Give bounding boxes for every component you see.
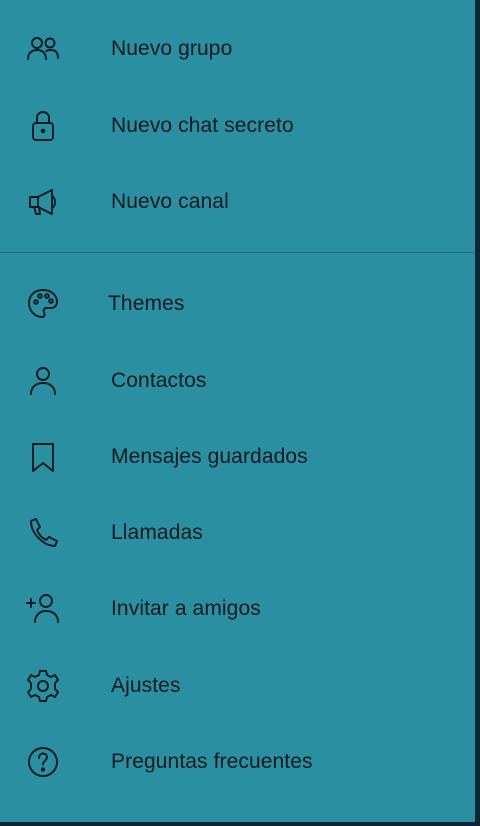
menu-item-contacts[interactable]: Contactos (0, 343, 475, 419)
menu-item-new-secret-chat[interactable]: Nuevo chat secreto (0, 88, 475, 164)
gear-icon (24, 667, 62, 705)
menu-item-label: Invitar a amigos (111, 597, 261, 620)
menu-item-label: Ajustes (111, 674, 181, 697)
menu-item-new-channel[interactable]: Nuevo canal (0, 164, 475, 240)
menu-item-label: Nuevo chat secreto (111, 114, 294, 137)
navigation-drawer: Nuevo grupo Nuevo chat secreto Nuevo can… (0, 0, 475, 822)
person-icon (24, 362, 62, 400)
menu-item-themes[interactable]: Themes (0, 266, 475, 342)
menu-item-new-group[interactable]: Nuevo grupo (0, 11, 475, 87)
menu-item-settings[interactable]: Ajustes (0, 648, 475, 724)
menu-item-label: Themes (108, 292, 185, 315)
menu-item-saved-messages[interactable]: Mensajes guardados (0, 419, 475, 495)
menu-item-label: Mensajes guardados (111, 445, 308, 468)
menu-item-faq[interactable]: Preguntas frecuentes (0, 724, 475, 800)
lock-icon (24, 107, 62, 145)
users-icon (24, 30, 62, 68)
menu-divider (0, 252, 475, 253)
add-person-icon (24, 590, 62, 628)
megaphone-icon (24, 183, 62, 221)
menu-item-label: Nuevo grupo (111, 37, 233, 60)
menu-item-label: Nuevo canal (111, 190, 229, 213)
menu-item-label: Contactos (111, 369, 207, 392)
menu-item-calls[interactable]: Llamadas (0, 495, 475, 571)
menu-item-invite-friends[interactable]: Invitar a amigos (0, 571, 475, 647)
drawer-shadow-edge (475, 0, 480, 826)
menu-item-label: Llamadas (111, 521, 203, 544)
bottom-edge (0, 822, 480, 826)
phone-icon (24, 514, 62, 552)
menu-item-label: Preguntas frecuentes (111, 750, 313, 773)
bookmark-icon (24, 438, 62, 476)
palette-icon (24, 285, 62, 323)
help-circle-icon (24, 743, 62, 781)
